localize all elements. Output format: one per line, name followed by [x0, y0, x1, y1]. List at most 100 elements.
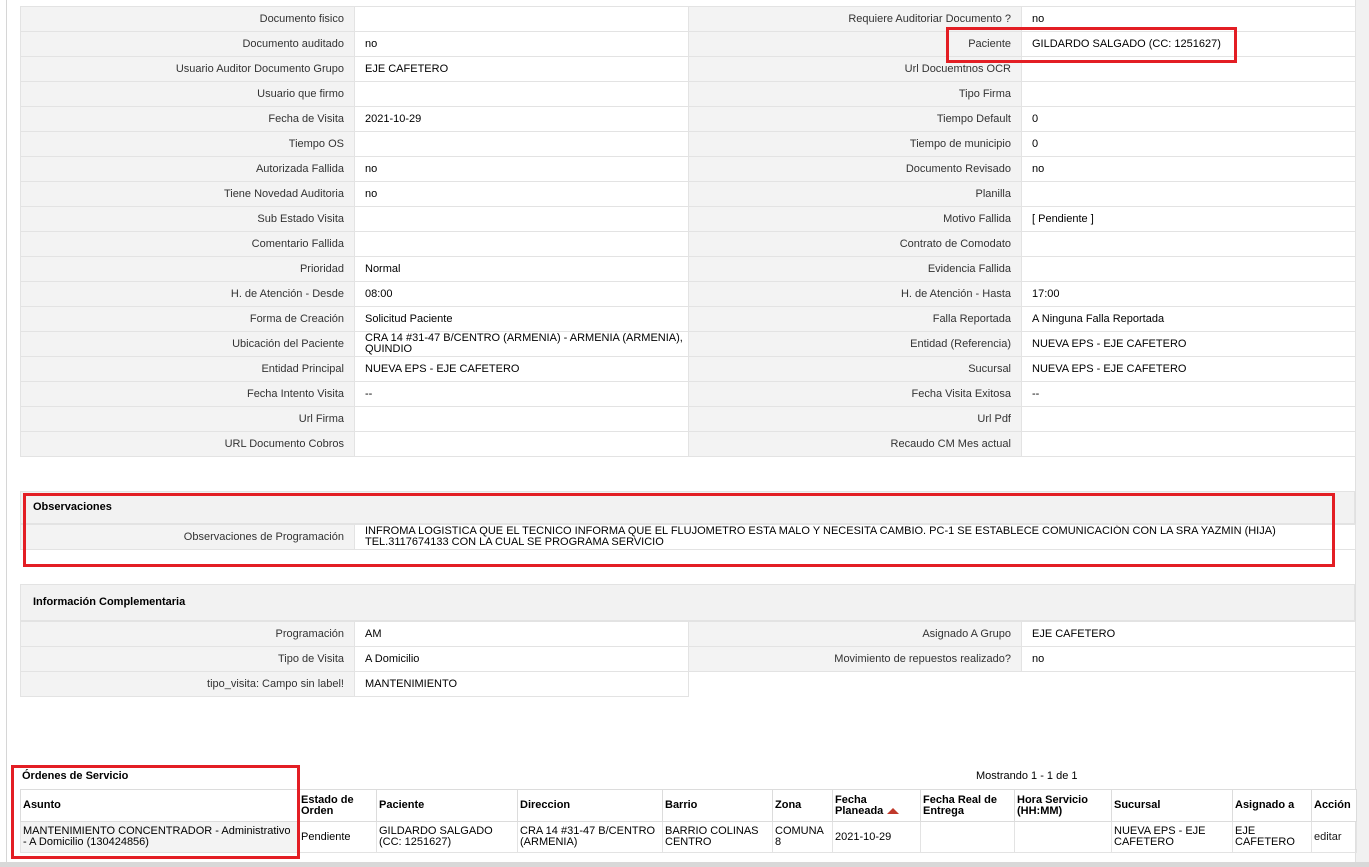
field-label: Evidencia Fallida: [688, 256, 1022, 282]
detail-row: Documento fisico Requiere Auditoriar Docu…: [20, 6, 1356, 32]
field-value: NUEVA EPS - EJE CAFETERO: [1021, 331, 1356, 357]
field-label: Entidad Principal: [20, 356, 355, 382]
observaciones-programacion-label: Observaciones de Programación: [20, 524, 355, 550]
detail-row: H. de Atención - Desde 08:00 H. de Atenció…: [20, 281, 1356, 307]
field-value: GILDARDO SALGADO (CC: 1251627): [1021, 31, 1356, 57]
cell-zona: COMUNA 8: [772, 821, 833, 853]
field-label: Url Pdf: [688, 406, 1022, 432]
field-label: URL Documento Cobros: [20, 431, 355, 457]
field-label: Autorizada Fallida: [20, 156, 355, 182]
field-label: Asignado A Grupo: [688, 621, 1022, 647]
col-asignado[interactable]: Asignado a: [1232, 789, 1312, 822]
field-value: A Domicilio: [354, 646, 689, 672]
field-value: EJE CAFETERO: [354, 56, 689, 82]
col-hora-servicio[interactable]: Hora Servicio (HH:MM): [1014, 789, 1112, 822]
field-label: Usuario que firmo: [20, 81, 355, 107]
field-value: [1021, 431, 1356, 457]
field-label: Prioridad: [20, 256, 355, 282]
cell-sucursal: NUEVA EPS - EJE CAFETERO: [1111, 821, 1233, 853]
field-label: Tiempo de municipio: [688, 131, 1022, 157]
cell-estado: Pendiente: [298, 821, 377, 853]
detail-row: Tiene Novedad Auditoria no Planilla: [20, 181, 1356, 207]
col-fecha-planeada-label: Fecha Planeada: [835, 793, 884, 817]
field-label: Recaudo CM Mes actual: [688, 431, 1022, 457]
complementaria-row: tipo_visita: Campo sin label! MANTENIMIEN…: [20, 671, 1356, 697]
col-sucursal[interactable]: Sucursal: [1111, 789, 1233, 822]
field-value: no: [1021, 646, 1356, 672]
sort-ascending-icon[interactable]: [887, 807, 900, 814]
field-label: Documento Revisado: [688, 156, 1022, 182]
field-value: [354, 206, 689, 232]
cell-asignado: EJE CAFETERO: [1232, 821, 1312, 853]
field-label: Falla Reportada: [688, 306, 1022, 332]
detail-row: Autorizada Fallida no Documento Revisado no: [20, 156, 1356, 182]
detail-row: URL Documento Cobros Recaudo CM Mes actua…: [20, 431, 1356, 457]
field-label: Tipo Firma: [688, 81, 1022, 107]
detail-row: Entidad Principal NUEVA EPS - EJE CAFETER…: [20, 356, 1356, 382]
cell-direccion: CRA 14 #31-47 B/CENTRO (ARMENIA): [517, 821, 663, 853]
col-asunto[interactable]: Asunto: [20, 789, 299, 822]
field-value: [1021, 406, 1356, 432]
observaciones-table: Observaciones de Programación INFROMA LO…: [20, 524, 1356, 550]
field-value: --: [354, 381, 689, 407]
field-value: [354, 131, 689, 157]
field-label: Documento fisico: [20, 6, 355, 32]
cell-fecha-planeada: 2021-10-29: [832, 821, 921, 853]
cell-fecha-real: [920, 821, 1015, 853]
field-value: 0: [1021, 106, 1356, 132]
field-value: Solicitud Paciente: [354, 306, 689, 332]
left-frame-line: [6, 0, 7, 867]
ordenes-title: Órdenes de Servicio: [22, 770, 129, 782]
col-barrio[interactable]: Barrio: [662, 789, 773, 822]
empty-cell: [689, 672, 1022, 697]
cell-paciente: GILDARDO SALGADO (CC: 1251627): [376, 821, 518, 853]
complementaria-row: Tipo de Visita A Domicilio Movimiento de r…: [20, 646, 1356, 672]
field-label: Usuario Auditor Documento Grupo: [20, 56, 355, 82]
col-zona[interactable]: Zona: [772, 789, 833, 822]
field-label: Fecha de Visita: [20, 106, 355, 132]
field-label: Fecha Intento Visita: [20, 381, 355, 407]
col-fecha-real[interactable]: Fecha Real de Entrega: [920, 789, 1015, 822]
table-row[interactable]: MANTENIMIENTO CONCENTRADOR - Administrat…: [20, 821, 1357, 853]
field-value: no: [354, 31, 689, 57]
col-direccion[interactable]: Direccion: [517, 789, 663, 822]
ordenes-header-row: Asunto Estado de Orden Paciente Direccio…: [20, 789, 1357, 822]
detail-row: Ubicación del Paciente CRA 14 #31-47 B/CE…: [20, 331, 1356, 357]
field-label: Entidad (Referencia): [688, 331, 1022, 357]
field-label: H. de Atención - Desde: [20, 281, 355, 307]
field-label: Motivo Fallida: [688, 206, 1022, 232]
field-value: NUEVA EPS - EJE CAFETERO: [1021, 356, 1356, 382]
field-label: Comentario Fallida: [20, 231, 355, 257]
col-estado[interactable]: Estado de Orden: [298, 789, 377, 822]
complementaria-row: Programación AM Asignado A Grupo EJE CAFETE…: [20, 621, 1356, 647]
field-value: no: [354, 181, 689, 207]
field-value: [354, 6, 689, 32]
field-value: 2021-10-29: [354, 106, 689, 132]
detail-row: Forma de Creación Solicitud Paciente Falla…: [20, 306, 1356, 332]
field-value: CRA 14 #31-47 B/CENTRO (ARMENIA) - ARMEN…: [354, 331, 689, 357]
detail-row: Sub Estado Visita Motivo Fallida[ Pendien…: [20, 206, 1356, 232]
field-label: Ubicación del Paciente: [20, 331, 355, 357]
col-fecha-planeada[interactable]: Fecha Planeada: [832, 789, 921, 822]
col-paciente[interactable]: Paciente: [376, 789, 518, 822]
field-label: Movimiento de repuestos realizado?: [688, 646, 1022, 672]
observaciones-title: Observaciones: [33, 501, 112, 513]
field-label: tipo_visita: Campo sin label!: [20, 671, 355, 697]
detail-row: Fecha de Visita 2021-10-29 Tiempo Default 0: [20, 106, 1356, 132]
field-value: [1021, 181, 1356, 207]
field-label: Tiene Novedad Auditoria: [20, 181, 355, 207]
detail-row: Tiempo OS Tiempo de municipio 0: [20, 131, 1356, 157]
detail-row: Documento auditado no Paciente GILDARDO SAL…: [20, 31, 1356, 57]
field-label: Sucursal: [688, 356, 1022, 382]
pagination-info: Mostrando 1 - 1 de 1: [976, 770, 1078, 782]
field-value: [ Pendiente ]: [1021, 206, 1356, 232]
field-label: Fecha Visita Exitosa: [688, 381, 1022, 407]
detail-row: Usuario Auditor Documento Grupo EJE CAFET…: [20, 56, 1356, 82]
bottom-scroll-edge: [0, 862, 1369, 867]
ordenes-table: Asunto Estado de Orden Paciente Direccio…: [20, 789, 1357, 853]
field-label: Tiempo OS: [20, 131, 355, 157]
vertical-scrollbar[interactable]: [1356, 0, 1369, 867]
detail-row: Usuario que firmo Tipo Firma: [20, 81, 1356, 107]
complementaria-table: Programación AM Asignado A Grupo EJE CAFETE…: [20, 621, 1356, 697]
edit-link[interactable]: editar: [1311, 821, 1357, 853]
